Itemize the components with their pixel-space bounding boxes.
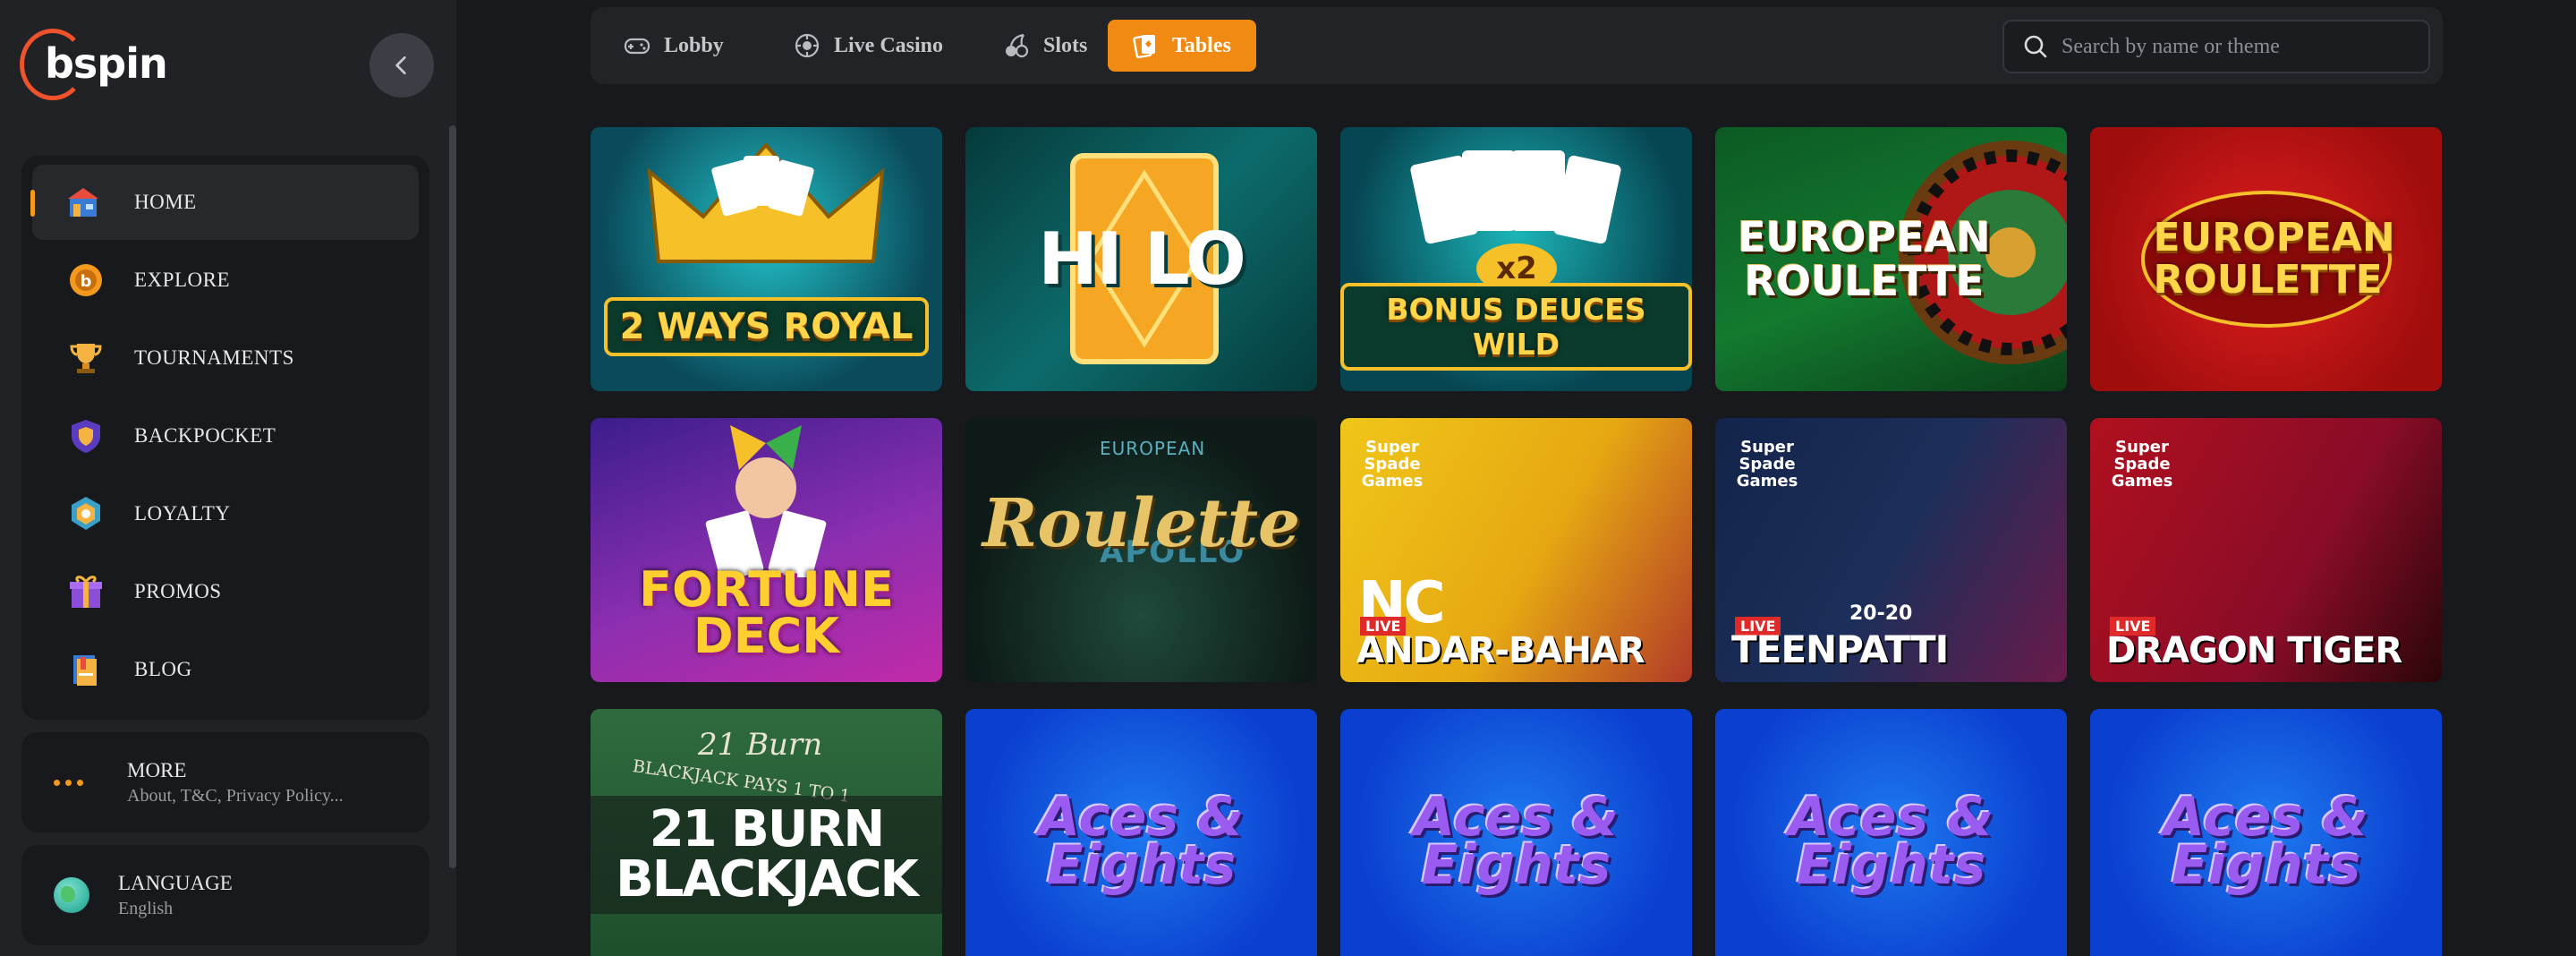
game-title: Aces & Eights: [2163, 785, 2369, 897]
sidebar-item-label: BACKPOCKET: [134, 424, 276, 447]
language-label: LANGUAGE: [118, 871, 233, 894]
sidebar-item-tournaments[interactable]: TOURNAMENTS: [32, 320, 419, 396]
book-icon: [66, 650, 106, 689]
game-tile-hi-lo[interactable]: HI LO: [965, 127, 1317, 391]
sidebar: bspin HOME b EXPLORE TOURNAMENTS BACKPOC…: [0, 0, 456, 956]
main-nav: HOME b EXPLORE TOURNAMENTS BACKPOCKET LO…: [21, 156, 429, 720]
game-tile-21-burn-blackjack[interactable]: 21 Burn BLACKJACK PAYS 1 TO 1 21 BURN BL…: [591, 709, 942, 956]
game-tile-aces-eights[interactable]: Aces & Eights: [2090, 709, 2442, 956]
search-box[interactable]: [2002, 20, 2430, 73]
game-title: Aces & Eights: [1788, 785, 1994, 897]
sidebar-item-loyalty[interactable]: LOYALTY: [32, 476, 419, 551]
game-title: EUROPEAN ROULETTE: [2140, 191, 2395, 328]
game-title: EUROPEAN ROULETTE: [1738, 213, 1991, 305]
gift-icon: [66, 572, 106, 611]
sidebar-item-label: HOME: [134, 191, 197, 213]
chevron-left-icon: [395, 55, 406, 75]
game-title: DRAGON TIGER: [2106, 630, 2402, 671]
jester-icon: [705, 425, 827, 577]
bspin-logo[interactable]: bspin: [20, 29, 168, 100]
game-title: HI LO: [1038, 218, 1246, 301]
game-tile-aces-eights[interactable]: Aces & Eights: [1340, 709, 1692, 956]
game-title: ANDAR-BAHAR: [1356, 630, 1645, 671]
more-sublabel: About, T&C, Privacy Policy...: [127, 785, 344, 806]
sidebar-item-label: PROMOS: [134, 580, 222, 602]
crown-icon: [647, 141, 885, 263]
gamepad-icon: [623, 31, 651, 60]
game-eyebrow: EUROPEAN: [1100, 438, 1206, 459]
sidebar-item-label: BLOG: [134, 658, 192, 680]
tab-label: Tables: [1172, 33, 1231, 57]
game-tile-andar-bahar[interactable]: Super Spade Games NC LIVE ANDAR-BAHAR: [1340, 418, 1692, 682]
game-title: FORTUNE DECK: [639, 561, 894, 664]
language-value: English: [118, 898, 174, 918]
game-tile-dragon-tiger[interactable]: Super Spade Games LIVE DRAGON TIGER: [2090, 418, 2442, 682]
home-icon: [66, 183, 106, 222]
chip-icon: [793, 31, 821, 60]
tab-tables[interactable]: Tables: [1108, 20, 1256, 72]
collapse-sidebar-button[interactable]: [370, 33, 434, 98]
language-selector[interactable]: LANGUAGE English: [21, 845, 429, 945]
sidebar-item-label: EXPLORE: [134, 269, 230, 291]
sidebar-scrollbar[interactable]: [449, 125, 456, 868]
tab-label: Lobby: [664, 33, 724, 57]
game-tile-european-roulette-green[interactable]: EUROPEAN ROULETTE: [1715, 127, 2067, 391]
search-input[interactable]: [2062, 34, 2419, 59]
game-title: BONUS DEUCES WILD: [1340, 282, 1692, 371]
cards-icon: [1131, 31, 1160, 60]
more-dots-icon: [54, 779, 93, 786]
game-tile-2-ways-royal[interactable]: 2 WAYS ROYAL: [591, 127, 942, 391]
game-title: Roulette: [982, 484, 1301, 562]
sidebar-item-home[interactable]: HOME: [30, 165, 419, 240]
tab-live-casino[interactable]: Live Casino: [761, 20, 963, 72]
category-bar: Lobby Live Casino Slots Tables: [591, 7, 2443, 84]
game-title: 2 WAYS ROYAL: [603, 296, 930, 356]
sidebar-item-label: LOYALTY: [134, 502, 231, 525]
tab-label: Slots: [1043, 33, 1088, 57]
game-title: Aces & Eights: [1413, 785, 1620, 897]
game-title: 21 BURN BLACKJACK: [591, 795, 942, 914]
tab-label: Live Casino: [834, 33, 944, 57]
more-label: MORE: [127, 758, 187, 781]
sidebar-item-explore[interactable]: b EXPLORE: [32, 243, 419, 318]
game-prefix: 20-20: [1849, 602, 1913, 625]
cherry-icon: [1002, 31, 1031, 60]
tab-slots[interactable]: Slots: [970, 20, 1107, 72]
game-tile-roulette-apollo[interactable]: EUROPEAN APOLLO Roulette: [965, 418, 1317, 682]
more-menu[interactable]: MORE About, T&C, Privacy Policy...: [21, 732, 429, 832]
game-tile-european-roulette-red[interactable]: EUROPEAN ROULETTE: [2090, 127, 2442, 391]
game-tile-bonus-deuces-wild[interactable]: x2 BONUS DEUCES WILD: [1340, 127, 1692, 391]
loyalty-badge-icon: [66, 494, 106, 533]
game-title: Aces & Eights: [1038, 785, 1245, 897]
game-tile-aces-eights[interactable]: Aces & Eights: [1715, 709, 2067, 956]
provider-logo: Super Spade Games: [2111, 438, 2173, 491]
globe-icon: [54, 877, 89, 913]
shield-icon: [66, 416, 106, 456]
game-tile-aces-eights[interactable]: Aces & Eights: [965, 709, 1317, 956]
logo-text: bspin: [45, 39, 168, 88]
provider-logo: Super Spade Games: [1736, 438, 1798, 491]
sidebar-item-label: TOURNAMENTS: [134, 346, 294, 369]
provider-logo: Super Spade Games: [1361, 438, 1424, 491]
sidebar-item-blog[interactable]: BLOG: [32, 632, 419, 707]
game-tile-teenpatti[interactable]: Super Spade Games 20-20 LIVE TEENPATTI: [1715, 418, 2067, 682]
game-tile-fortune-deck[interactable]: FORTUNE DECK: [591, 418, 942, 682]
sidebar-item-promos[interactable]: PROMOS: [32, 554, 419, 629]
svg-text:b: b: [81, 272, 92, 291]
game-eyebrow: 21 Burn: [698, 727, 823, 763]
trophy-icon: [66, 338, 106, 378]
search-icon: [2024, 35, 2047, 58]
game-title: TEENPATTI: [1731, 627, 1949, 671]
tab-lobby[interactable]: Lobby: [591, 20, 744, 72]
explore-icon: b: [66, 260, 106, 300]
sidebar-item-backpocket[interactable]: BACKPOCKET: [32, 398, 419, 474]
